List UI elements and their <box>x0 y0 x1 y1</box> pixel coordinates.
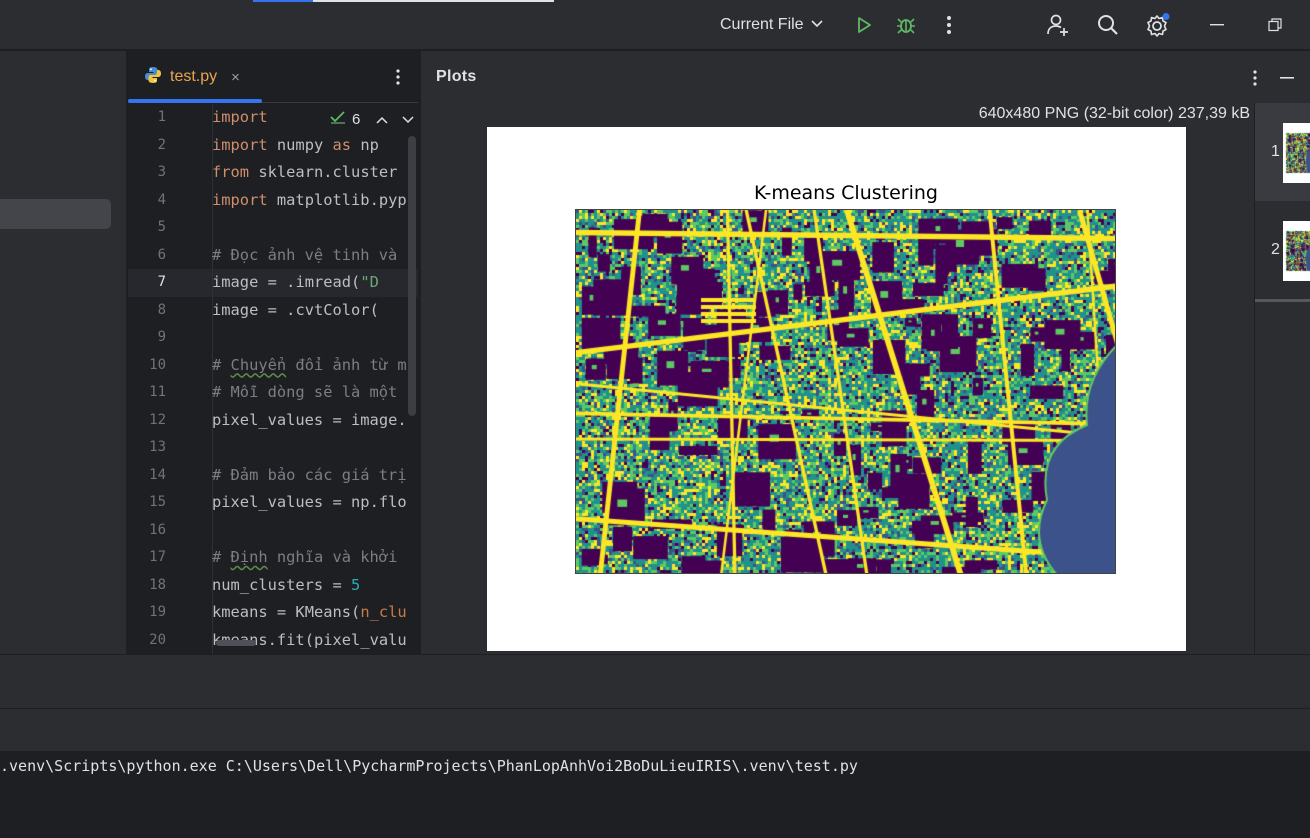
debug-icon[interactable] <box>891 10 921 40</box>
thumbnail-number: 2 <box>1271 241 1280 258</box>
editor-tab-bar: test.py × <box>128 51 418 103</box>
code-line: # Đọc ảnh vệ tinh và <box>212 245 398 264</box>
line-number: 16 <box>149 521 166 538</box>
run-configuration-label: Current File <box>720 16 804 33</box>
project-tree-selected-item[interactable] <box>0 199 111 229</box>
python-file-icon <box>144 66 162 89</box>
search-icon[interactable] <box>1093 10 1123 40</box>
toolbar-selection-strip <box>253 0 313 2</box>
run-icon[interactable] <box>849 10 879 40</box>
hide-panel-icon[interactable] <box>1275 64 1299 92</box>
line-number: 13 <box>149 439 166 455</box>
editor-tabs-menu-icon[interactable] <box>388 63 408 91</box>
editor-tab-test-py[interactable]: test.py × <box>128 51 262 103</box>
clustered-satellite-image <box>575 209 1116 574</box>
run-configuration-selector[interactable]: Current File <box>716 12 828 38</box>
add-user-icon[interactable] <box>1043 10 1073 40</box>
code-line: import numpy as np <box>212 135 379 154</box>
thumbnail-image <box>1283 221 1310 281</box>
project-tool-window <box>0 51 127 654</box>
line-number: 20 <box>149 631 166 648</box>
line-number: 6 <box>157 246 166 263</box>
inspection-count: 6 <box>352 110 361 128</box>
line-number-gutter: 1 2 3 4 5 6 7 8 9 10 11 12 13 14 15 16 1… <box>128 104 212 654</box>
code-line: # Chuyển đổi ảnh từ m <box>212 355 407 374</box>
plots-title: Plots <box>436 68 477 85</box>
code-line: kmeans = KMeans(n_clu <box>212 603 407 621</box>
inspection-widget[interactable]: 6 <box>328 107 415 131</box>
thumbnails-scrollbar[interactable] <box>1255 299 1310 302</box>
code-editor: test.py × 1 2 3 4 5 6 7 8 9 10 11 12 13 … <box>128 51 418 654</box>
active-tab-indicator <box>128 99 262 103</box>
figure-title: K-means Clustering <box>754 182 938 204</box>
plot-thumbnail-1[interactable]: 1 <box>1255 103 1310 201</box>
plot-viewer: 640x480 PNG (32-bit color) 237,39 kB K-m… <box>421 103 1254 654</box>
line-number: 1 <box>157 109 166 125</box>
close-tab-icon[interactable]: × <box>231 69 240 86</box>
minimize-window-icon[interactable] <box>1202 10 1232 40</box>
restore-window-icon[interactable] <box>1260 10 1290 40</box>
line-number: 9 <box>157 329 166 345</box>
code-line: from sklearn.cluster <box>212 163 398 181</box>
code-area[interactable]: import import numpy as np from sklearn.cl… <box>212 104 418 654</box>
code-line: import matplotlib.pyp <box>212 190 407 209</box>
plots-options-icon[interactable] <box>1243 64 1267 92</box>
code-line: pixel_values = image. <box>212 410 407 429</box>
line-number: 17 <box>149 549 166 565</box>
toolbar-selection-strip-light <box>313 0 554 2</box>
plots-header: Plots <box>421 51 1310 103</box>
run-tool-window-header <box>0 708 1310 751</box>
thumbnail-number: 1 <box>1271 143 1280 160</box>
chevron-down-icon[interactable] <box>402 111 414 128</box>
code-line: import <box>212 108 268 126</box>
more-actions-icon[interactable] <box>934 10 964 40</box>
line-number-current: 7 <box>157 274 166 290</box>
code-line: # Đảm bảo các giá trị <box>212 465 407 484</box>
line-number: 14 <box>149 466 166 483</box>
code-line: image = .imread("D <box>212 273 379 291</box>
line-number: 2 <box>157 136 166 153</box>
plots-tool-window: Plots 640x480 PNG (32-bit color) 237,39 … <box>420 51 1310 654</box>
cluster-map-canvas <box>576 210 1115 573</box>
line-number: 15 <box>149 494 166 510</box>
editor-tab-label: test.py <box>170 68 218 85</box>
plot-thumbnails: 1 2 <box>1254 103 1310 654</box>
line-number: 4 <box>157 191 166 208</box>
line-number: 11 <box>149 384 166 400</box>
code-line: # Mỗi dòng sẽ là một <box>212 383 398 401</box>
main-toolbar: Current File <box>0 0 1310 50</box>
settings-icon[interactable] <box>1142 10 1172 40</box>
console-command-line: .venv\Scripts\python.exe C:\Users\Dell\P… <box>0 757 858 775</box>
line-number: 3 <box>157 164 166 180</box>
plot-figure: K-means Clustering <box>487 127 1186 651</box>
code-line: num_clusters = 5 <box>212 575 361 594</box>
chevron-down-icon <box>810 16 824 34</box>
line-number: 8 <box>157 301 166 318</box>
line-number: 5 <box>157 219 166 235</box>
chevron-up-icon[interactable] <box>376 111 388 128</box>
line-number: 12 <box>149 411 166 428</box>
plot-thumbnail-2[interactable]: 2 <box>1255 201 1310 299</box>
line-number: 18 <box>149 576 166 593</box>
code-line: pixel_values = np.flo <box>212 493 407 511</box>
editor-horizontal-scrollbar[interactable] <box>216 640 256 646</box>
line-number: 19 <box>149 604 166 620</box>
code-line: image = .cvtColor( <box>212 300 379 319</box>
check-icon <box>330 110 346 128</box>
thumbnail-image <box>1283 123 1310 183</box>
run-console[interactable]: .venv\Scripts\python.exe C:\Users\Dell\P… <box>0 751 1310 838</box>
image-info: 640x480 PNG (32-bit color) 237,39 kB <box>978 105 1250 122</box>
tool-window-strip <box>0 654 1310 708</box>
code-line: # Định nghĩa và khởi <box>212 548 398 566</box>
editor-vertical-scrollbar[interactable] <box>408 136 416 416</box>
line-number: 10 <box>149 356 166 373</box>
